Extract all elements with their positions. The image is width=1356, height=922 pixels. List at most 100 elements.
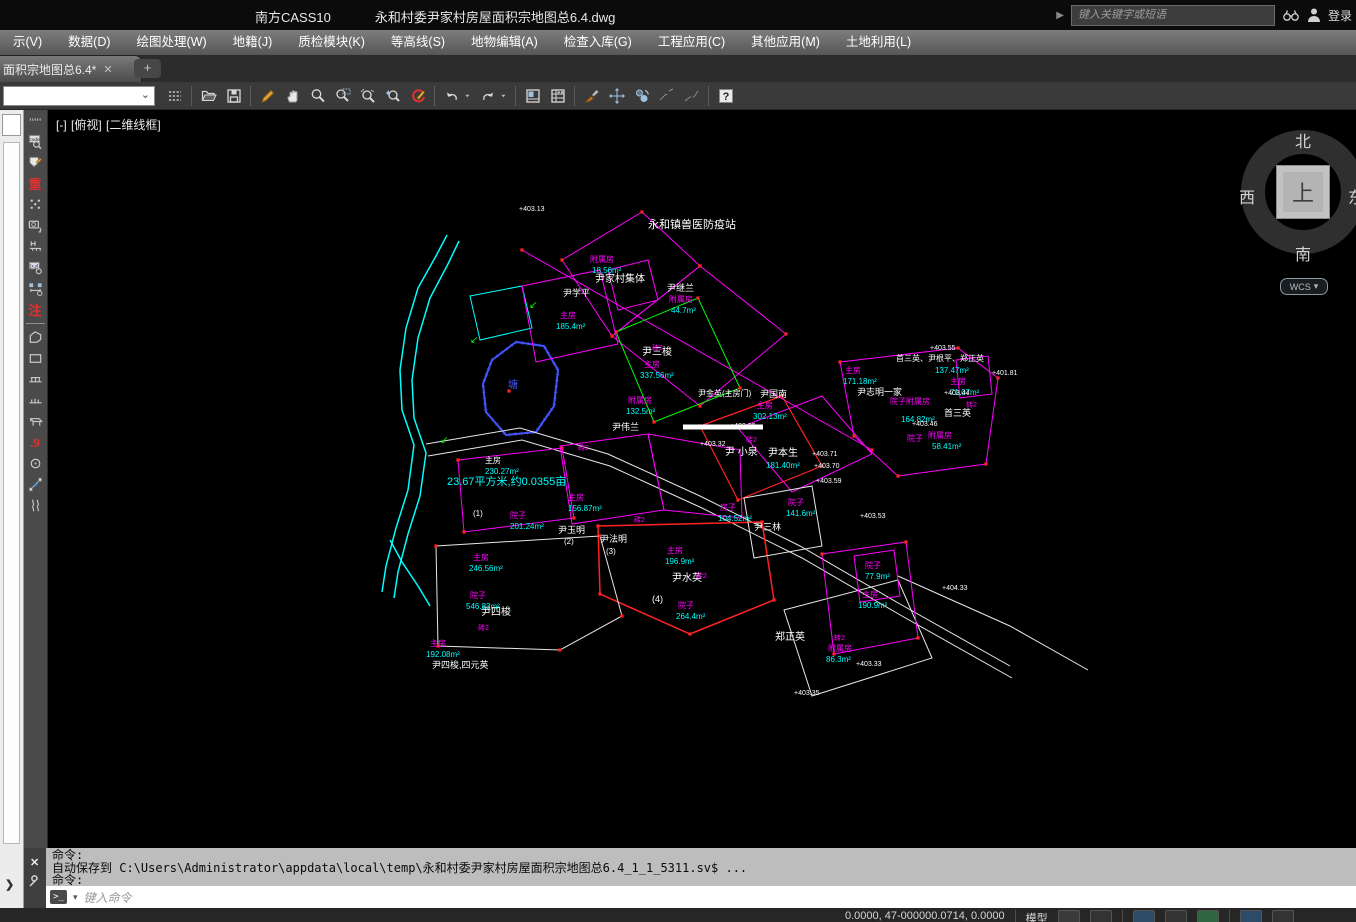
point-9-icon[interactable]: .9 [24,432,46,453]
palette-expand-icon[interactable]: ❯ [5,878,14,891]
menu-item-7[interactable]: 检查入库(G) [551,30,645,55]
drawing-tab[interactable]: 面积宗地图总6.4* ✕ [0,55,142,82]
binoculars-icon[interactable] [1282,7,1300,23]
viewcube-west[interactable]: 西 [1239,184,1255,208]
palette-field[interactable] [2,114,21,136]
redo-dropdown-icon[interactable] [500,84,511,108]
map-drawing[interactable]: 永和镇兽医防疫站附属房18.56m²尹家村集体尹继兰附属房44.7m²尹学平主房… [48,110,1356,848]
line-grip-icon[interactable] [24,474,46,495]
help-icon[interactable]: ? [713,84,738,108]
tab-close-icon[interactable]: ✕ [103,63,112,76]
map-label: +403.32 [700,441,726,448]
command-prompt-dropdown-icon[interactable]: ▾ [73,892,78,903]
circle-draw-icon[interactable] [24,453,46,474]
map-label: 院子 [907,433,923,443]
workspace-gear-icon[interactable] [1272,910,1294,922]
break-line-icon[interactable] [654,84,679,108]
polygon-draw-icon[interactable] [24,327,46,348]
squiggle-icon[interactable] [24,495,46,516]
zoom-icon[interactable] [305,84,330,108]
camera-rotate-icon[interactable] [24,215,46,236]
map-label: 砖2 [652,343,663,352]
ruler-h-icon[interactable] [24,236,46,257]
menu-item-1[interactable]: 数据(D) [55,30,123,55]
code-search-icon[interactable]: code [24,131,46,152]
layout-grid-icon[interactable] [545,84,570,108]
bench-symbol-icon[interactable] [24,411,46,432]
menu-item-9[interactable]: 其他应用(M) [738,30,833,55]
viewcube-north[interactable]: 北 [1295,128,1311,152]
menu-item-2[interactable]: 绘图处理(W) [124,30,220,55]
polar-toggle-icon[interactable] [1165,910,1187,922]
wcs-dropdown[interactable]: WCS▾ [1280,278,1328,295]
move-icon[interactable] [604,84,629,108]
break-at-point-icon[interactable] [679,84,704,108]
pan-icon[interactable] [280,84,305,108]
wrench-icon[interactable] [28,874,42,888]
menu-item-8[interactable]: 工程应用(C) [645,30,738,55]
menu-item-4[interactable]: 质检模块(K) [285,30,378,55]
map-label: (4) [652,594,663,604]
model-space-button[interactable]: 模型 [1026,910,1048,922]
vertex-grip [736,498,739,501]
lineweight-toggle-icon[interactable] [1240,910,1262,922]
note-annotate-icon[interactable]: 注 [24,299,46,320]
check-edit-icon[interactable] [24,152,46,173]
viewcube-south[interactable]: 南 [1295,241,1311,265]
map-label: 郑正英 [775,630,805,643]
map-label: 23.67平方米,约0.0355亩 [447,474,566,488]
layout-panel-icon[interactable] [520,84,545,108]
command-input-row[interactable]: >_ ▾ 键入命令 [46,886,1356,908]
search-collapse-icon[interactable]: ▶ [1056,10,1064,21]
dimension-icon[interactable] [24,278,46,299]
copy-object-icon[interactable] [629,84,654,108]
viewcube-east[interactable]: 东 [1348,184,1356,208]
map-label: 132.5m² [626,407,656,416]
linetype-icon[interactable] [162,84,187,108]
undo-icon[interactable] [439,84,464,108]
weight-annotate-icon[interactable]: 重 [24,173,46,194]
menu-item-5[interactable]: 等高线(S) [378,30,458,55]
rectangle-draw-icon[interactable] [24,348,46,369]
match-properties-icon[interactable] [579,84,604,108]
ortho-toggle-icon[interactable] [1133,910,1155,922]
osnap-toggle-icon[interactable] [1197,910,1219,922]
map-label: ↙ [470,335,478,346]
menu-item-6[interactable]: 地物编辑(A) [458,30,551,55]
zoom-previous-icon[interactable] [380,84,405,108]
redo-icon[interactable] [475,84,500,108]
map-label: 104.52m² [718,514,752,523]
login-button[interactable]: 登录 [1328,7,1352,24]
save-icon[interactable] [221,84,246,108]
drawing-canvas[interactable]: [-] [俯视] [二维线框] 永和镇兽医防疫站附属房18.56m²尹家村集体尹… [48,110,1356,848]
vertex-grip [598,592,601,595]
toolbar-grip[interactable] [24,110,46,131]
fence-b-icon[interactable] [24,390,46,411]
map-label: 181.40m² [766,461,800,470]
menu-item-10[interactable]: 土地利用(L) [833,30,924,55]
new-tab-button[interactable]: + [134,59,161,78]
command-prompt-icon[interactable]: >_ [50,890,67,904]
grid-toggle-icon[interactable] [1058,910,1080,922]
zoom-window-icon[interactable] [330,84,355,108]
viewcube-top-face[interactable]: 上 [1276,165,1330,219]
coordinate-xy-icon[interactable]: [x,y] [24,257,46,278]
combo-chevron-icon: ⌄ [141,88,150,101]
style-combo[interactable]: ⌄ [3,86,155,106]
command-close-icon[interactable]: ✕ [30,856,39,869]
command-history[interactable]: 命令:自动保存到 C:\Users\Administrator\appdata\… [46,848,1356,886]
search-input[interactable] [1071,5,1275,26]
undo-dropdown-icon[interactable] [464,84,475,108]
redraw-icon[interactable] [405,84,430,108]
menu-item-0[interactable]: 示(V) [0,30,55,55]
point-cluster-icon[interactable] [24,194,46,215]
map-label: 主房 [845,365,861,375]
snap-toggle-icon[interactable] [1090,910,1112,922]
fence-a-icon[interactable] [24,369,46,390]
draw-pencil-icon[interactable] [255,84,280,108]
user-icon[interactable] [1307,7,1321,23]
map-label: +403.71 [812,451,838,458]
open-icon[interactable] [196,84,221,108]
menu-item-3[interactable]: 地籍(J) [220,30,286,55]
zoom-scale-icon[interactable] [355,84,380,108]
